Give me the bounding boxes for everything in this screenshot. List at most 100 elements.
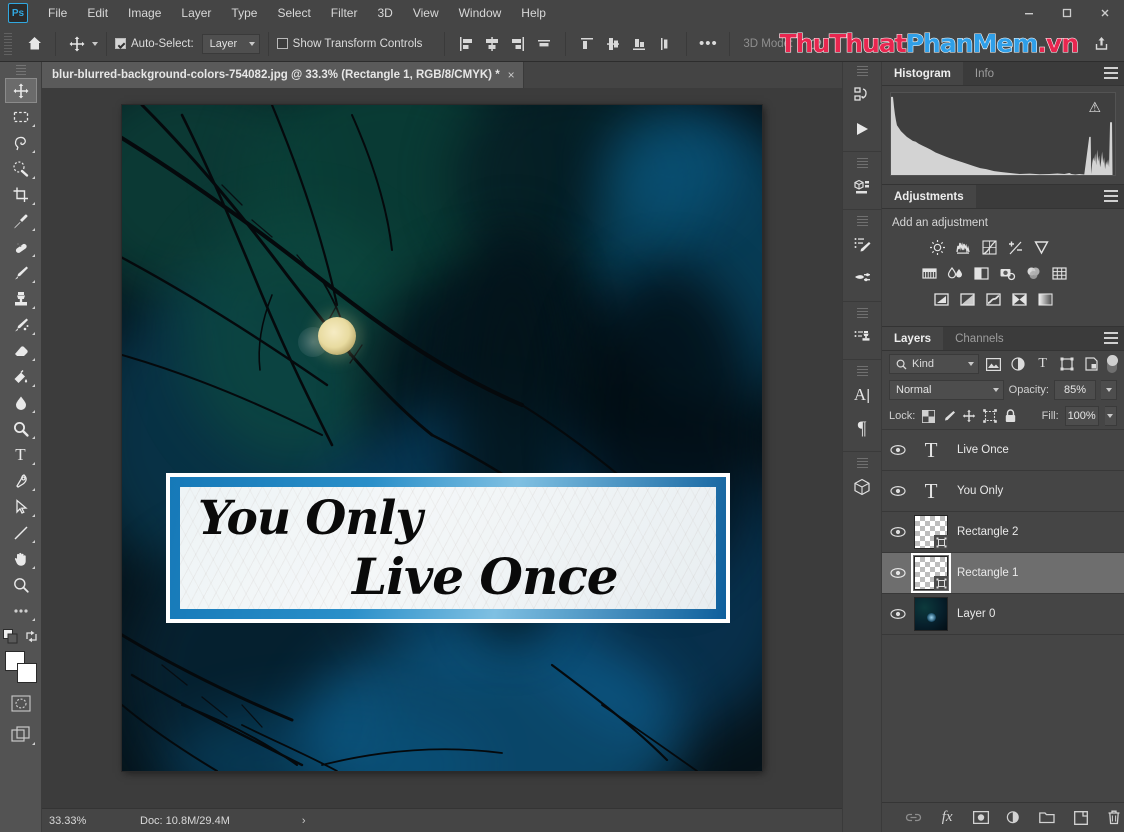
table-row[interactable]: T Live Once — [882, 430, 1124, 471]
filter-pixel-icon[interactable] — [985, 354, 1003, 374]
3d-cube-icon[interactable] — [845, 470, 879, 504]
status-expand-arrow-icon[interactable]: › — [302, 815, 306, 827]
move-tool-icon[interactable] — [64, 31, 90, 57]
invert-icon[interactable] — [932, 290, 950, 308]
actions-panel-icon[interactable] — [845, 112, 879, 146]
dodge-tool[interactable] — [5, 416, 37, 441]
options-bar-grip[interactable] — [4, 32, 12, 55]
layer-name[interactable]: Rectangle 1 — [957, 567, 1018, 579]
gradient-tool[interactable] — [5, 364, 37, 389]
history-brush-tool[interactable] — [5, 312, 37, 337]
align-bottom-edges-icon[interactable] — [626, 31, 652, 57]
layer-name[interactable]: You Only — [957, 485, 1003, 497]
menu-type[interactable]: Type — [221, 2, 267, 24]
opacity-stepper[interactable] — [1101, 380, 1117, 400]
pen-tool[interactable] — [5, 468, 37, 493]
quick-selection-tool[interactable] — [5, 156, 37, 181]
filter-shape-icon[interactable] — [1058, 354, 1076, 374]
auto-select-checkbox[interactable]: Auto-Select: — [115, 38, 194, 50]
edit-toolbar-button[interactable] — [5, 598, 37, 623]
table-row[interactable]: T You Only — [882, 471, 1124, 512]
layer-visibility-toggle[interactable] — [882, 430, 914, 470]
tab-channels[interactable]: Channels — [943, 327, 1016, 350]
rail-grip[interactable] — [856, 458, 868, 468]
clone-stamp-tool[interactable] — [5, 286, 37, 311]
brush-settings-icon[interactable] — [845, 262, 879, 296]
panel-menu-icon[interactable] — [1104, 332, 1118, 345]
lock-all-icon[interactable] — [1003, 407, 1017, 426]
layer-style-fx-icon[interactable]: fx — [937, 808, 956, 828]
close-icon[interactable]: × — [508, 68, 515, 82]
selective-color-icon[interactable] — [1010, 290, 1028, 308]
document-tab[interactable]: blur-blurred-background-colors-754082.jp… — [42, 62, 524, 88]
zoom-level-field[interactable]: 33.33% — [42, 815, 94, 827]
canvas-text-line-1[interactable]: You Only — [198, 491, 423, 546]
horizontal-type-tool[interactable]: T — [5, 442, 37, 467]
background-color-swatch[interactable] — [16, 663, 37, 683]
filter-adjustment-icon[interactable] — [1009, 354, 1027, 374]
black-white-icon[interactable] — [972, 264, 990, 282]
menu-view[interactable]: View — [403, 2, 449, 24]
photo-filter-icon[interactable] — [998, 264, 1016, 282]
menu-edit[interactable]: Edit — [77, 2, 118, 24]
rail-grip[interactable] — [856, 366, 868, 376]
layer-filter-kind-dropdown[interactable]: Kind — [889, 354, 979, 374]
path-selection-tool[interactable] — [5, 494, 37, 519]
canvas-viewport[interactable]: You Only Live Once — [42, 88, 842, 808]
text-banner-shape[interactable]: You Only Live Once — [166, 473, 730, 623]
color-swatches[interactable] — [4, 651, 37, 683]
filter-toggle[interactable] — [1106, 355, 1119, 373]
eyedropper-tool[interactable] — [5, 208, 37, 233]
vibrance-icon[interactable] — [1032, 238, 1050, 256]
brush-tool[interactable] — [5, 260, 37, 285]
close-button[interactable] — [1086, 0, 1124, 26]
panel-menu-icon[interactable] — [1104, 67, 1118, 80]
menu-3d[interactable]: 3D — [367, 2, 402, 24]
new-layer-icon[interactable] — [1071, 808, 1090, 828]
layer-thumbnail[interactable] — [911, 553, 951, 593]
hue-saturation-icon[interactable] — [920, 264, 938, 282]
color-lookup-icon[interactable] — [1050, 264, 1068, 282]
curves-icon[interactable] — [980, 238, 998, 256]
align-vertical-centers-icon[interactable] — [600, 31, 626, 57]
menu-layer[interactable]: Layer — [171, 2, 221, 24]
minimize-button[interactable] — [1010, 0, 1048, 26]
lasso-tool[interactable] — [5, 130, 37, 155]
filter-type-icon[interactable]: T — [1033, 354, 1051, 374]
posterize-icon[interactable] — [958, 290, 976, 308]
layer-thumbnail[interactable] — [914, 515, 948, 549]
rail-grip[interactable] — [856, 216, 868, 226]
layer-thumbnail[interactable] — [914, 597, 948, 631]
layer-name[interactable]: Live Once — [957, 444, 1009, 456]
layer-visibility-toggle[interactable] — [882, 553, 914, 593]
fill-value[interactable]: 100% — [1064, 406, 1099, 426]
align-left-edges-icon[interactable] — [453, 31, 479, 57]
menu-file[interactable]: File — [38, 2, 77, 24]
panel-menu-icon[interactable] — [1104, 190, 1118, 203]
layer-visibility-toggle[interactable] — [882, 512, 914, 552]
blur-tool[interactable] — [5, 390, 37, 415]
tab-info[interactable]: Info — [963, 62, 1006, 85]
tab-adjustments[interactable]: Adjustments — [882, 185, 976, 208]
rail-grip[interactable] — [856, 158, 868, 168]
table-row[interactable]: Layer 0 — [882, 594, 1124, 635]
clone-source-icon[interactable] — [845, 320, 879, 354]
opacity-value[interactable]: 85% — [1054, 380, 1096, 400]
hand-tool[interactable] — [5, 546, 37, 571]
blend-mode-dropdown[interactable]: Normal — [889, 380, 1004, 400]
tab-layers[interactable]: Layers — [882, 327, 944, 350]
layer-visibility-toggle[interactable] — [882, 471, 914, 511]
link-layers-icon[interactable] — [904, 808, 923, 828]
default-colors-icon[interactable] — [2, 629, 18, 647]
paragraph-panel-icon[interactable]: ¶ — [845, 412, 879, 446]
distribute-vertical-icon[interactable] — [652, 31, 678, 57]
layer-name[interactable]: Rectangle 2 — [957, 526, 1018, 538]
menu-window[interactable]: Window — [449, 2, 512, 24]
brightness-contrast-icon[interactable] — [928, 238, 946, 256]
layer-list[interactable]: T Live Once T You Only Rectangle 2 Recta… — [882, 429, 1124, 802]
3d-panel-icon[interactable] — [845, 170, 879, 204]
brush-presets-icon[interactable] — [845, 228, 879, 262]
move-tool[interactable] — [4, 78, 37, 103]
layer-thumbnail[interactable]: T — [914, 433, 948, 467]
histogram-warning-icon[interactable]: ⚠ — [1088, 99, 1101, 116]
